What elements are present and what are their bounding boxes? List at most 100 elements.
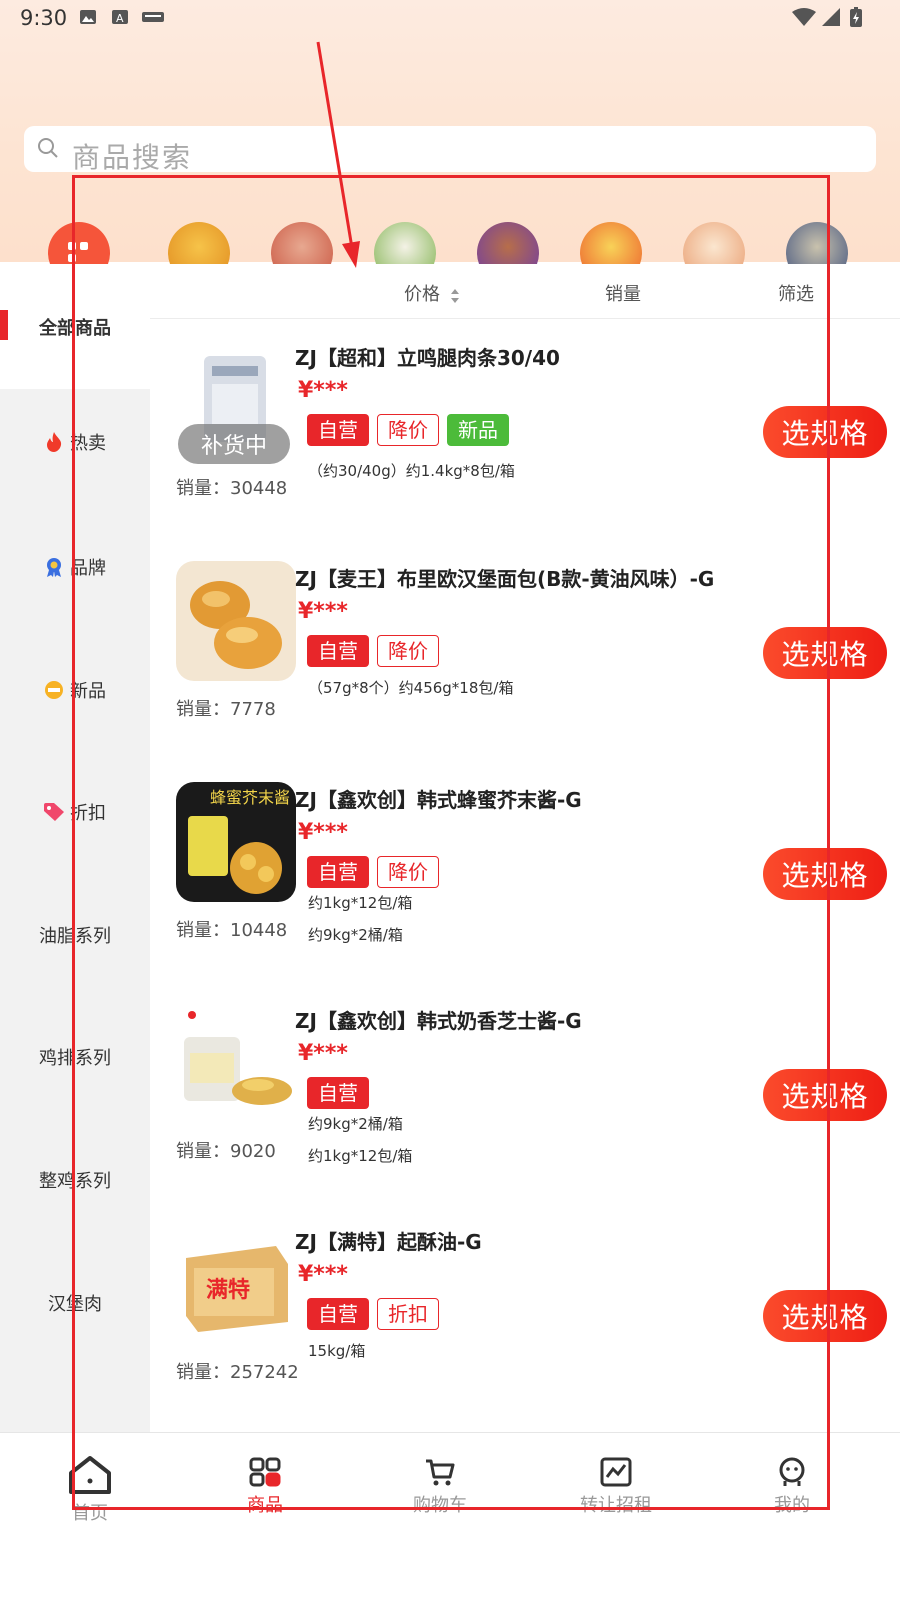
product-name: ZJ【超和】立鸣腿肉条30/40 xyxy=(295,346,560,370)
product-spec: 约9kg*2桶/箱 xyxy=(308,926,403,944)
tag-self-operated: 自营 xyxy=(307,414,369,446)
wifi-icon xyxy=(792,8,816,26)
tag-price-drop: 降价 xyxy=(377,414,439,446)
tag-price-drop: 降价 xyxy=(377,635,439,667)
product-tags: 自营 折扣 xyxy=(307,1298,439,1330)
product-spec: 约1kg*12包/箱 xyxy=(308,894,413,912)
battery-icon xyxy=(850,7,862,27)
select-spec-button[interactable]: 选规格 xyxy=(763,1290,887,1342)
dessert-icon[interactable] xyxy=(683,222,745,264)
sidebar-item-label: 新品 xyxy=(70,680,106,702)
select-spec-button[interactable]: 选规格 xyxy=(763,848,887,900)
sidebar-item-new[interactable]: 新品 xyxy=(0,627,150,752)
salad-icon[interactable] xyxy=(271,222,333,264)
bottom-tab-bar: 首页 商品 购物车 转让招租 我的 xyxy=(0,1432,900,1600)
select-spec-button[interactable]: 选规格 xyxy=(763,627,887,679)
product-spec: （57g*8个）约456g*18包/箱 xyxy=(308,679,514,697)
lunchbox-icon[interactable] xyxy=(786,222,848,264)
restock-badge: 补货中 xyxy=(178,424,290,464)
sidebar-item-label: 整鸡系列 xyxy=(39,1170,111,1192)
product-image xyxy=(176,561,296,681)
category-sidebar: 全部商品 热卖 品牌 新品 折扣 油脂系列 鸡排系列 整鸡系列 汉堡肉 xyxy=(0,264,150,1432)
product-card[interactable]: 满特 ZJ【满特】起酥油-G ¥*** 自营 折扣 15kg/箱 销量：2572… xyxy=(150,1204,900,1425)
product-image: 满特 xyxy=(176,1224,296,1344)
sidebar-item-brand[interactable]: 品牌 xyxy=(0,504,150,629)
sidebar-item-burger-patty[interactable]: 汉堡肉 xyxy=(0,1240,150,1365)
tag-self-operated: 自营 xyxy=(307,635,369,667)
product-image-label: 满特 xyxy=(206,1278,251,1303)
product-tags: 自营 降价 xyxy=(307,856,439,888)
home-icon xyxy=(69,1456,111,1494)
sort-bar: 价格 销量 筛选 xyxy=(150,264,900,319)
select-spec-button[interactable]: 选规格 xyxy=(763,1069,887,1121)
tab-cart[interactable]: 购物车 xyxy=(380,1457,500,1547)
product-sales: 销量：9020 xyxy=(176,1141,276,1162)
tab-label: 转让招租 xyxy=(580,1495,652,1516)
sidebar-item-discount[interactable]: 折扣 xyxy=(0,749,150,874)
cart-icon xyxy=(426,1459,455,1486)
sidebar-item-chicken-cutlet[interactable]: 鸡排系列 xyxy=(0,994,150,1119)
product-image-label: 蜂蜜芥末酱 xyxy=(210,788,291,807)
tab-label: 首页 xyxy=(72,1503,108,1524)
product-name: ZJ【麦王】布里欧汉堡面包(B款-黄油风味）-G xyxy=(295,567,715,591)
tab-mine[interactable]: 我的 xyxy=(732,1457,852,1547)
tag-icon xyxy=(44,802,64,822)
product-sales: 销量：7778 xyxy=(176,699,276,720)
svg-text:A: A xyxy=(116,12,124,24)
product-name: ZJ【满特】起酥油-G xyxy=(295,1230,482,1254)
product-card[interactable]: ZJ【麦王】布里欧汉堡面包(B款-黄油风味）-G ¥*** 自营 降价 （57g… xyxy=(150,541,900,762)
sidebar-item-oil[interactable]: 油脂系列 xyxy=(0,872,150,997)
product-name: ZJ【鑫欢创】韩式奶香芝士酱-G xyxy=(295,1009,582,1033)
tab-products[interactable]: 商品 xyxy=(205,1457,325,1547)
chart-icon xyxy=(600,1457,632,1487)
burger-icon[interactable] xyxy=(168,222,230,264)
tab-label: 商品 xyxy=(247,1495,283,1516)
sidebar-item-label: 汉堡肉 xyxy=(48,1293,102,1315)
rice-icon[interactable] xyxy=(374,222,436,264)
sort-sales[interactable]: 销量 xyxy=(605,280,641,306)
product-spec: 15kg/箱 xyxy=(308,1342,366,1360)
tag-self-operated: 自营 xyxy=(307,1298,369,1330)
search-input[interactable]: 商品搜索 xyxy=(24,126,876,172)
select-spec-button[interactable]: 选规格 xyxy=(763,406,887,458)
sort-arrows-icon xyxy=(450,289,459,303)
product-image: 蜂蜜芥末酱 xyxy=(176,782,296,902)
tab-transfer-rent[interactable]: 转让招租 xyxy=(556,1457,676,1547)
product-spec: （约30/40g）约1.4kg*8包/箱 xyxy=(308,462,515,480)
sidebar-item-label: 热卖 xyxy=(70,432,106,454)
sidebar-item-all[interactable]: 全部商品 xyxy=(0,264,150,389)
search-icon xyxy=(38,138,58,158)
skewer-icon[interactable] xyxy=(477,222,539,264)
product-name: ZJ【鑫欢创】韩式蜂蜜芥末酱-G xyxy=(295,788,582,812)
product-card[interactable]: 蜂蜜芥末酱 ZJ【鑫欢创】韩式蜂蜜芥末酱-G ¥*** 自营 降价 约1kg*1… xyxy=(150,762,900,983)
sidebar-item-whole-chicken[interactable]: 整鸡系列 xyxy=(0,1117,150,1242)
filter-button[interactable]: 筛选 xyxy=(778,280,814,306)
search-placeholder: 商品搜索 xyxy=(72,141,193,172)
signal-icon xyxy=(822,8,840,26)
sidebar-item-label: 全部商品 xyxy=(39,317,111,339)
tab-label: 购物车 xyxy=(413,1495,467,1516)
fries-icon[interactable] xyxy=(580,222,642,264)
product-spec: 约9kg*2桶/箱 xyxy=(308,1115,403,1133)
product-price: ¥*** xyxy=(298,378,348,403)
product-price: ¥*** xyxy=(298,1041,348,1066)
sort-price[interactable]: 价格 xyxy=(404,280,459,306)
product-card[interactable]: 补货中 ZJ【超和】立鸣腿肉条30/40 ¥*** 自营 降价 新品 （约30/… xyxy=(150,320,900,541)
product-price: ¥*** xyxy=(298,820,348,845)
tab-home[interactable]: 首页 xyxy=(30,1455,150,1545)
tag-self-operated: 自营 xyxy=(307,1077,369,1109)
product-spec: 约1kg*12包/箱 xyxy=(308,1147,413,1165)
product-card[interactable]: ZJ【鑫欢创】韩式奶香芝士酱-G ¥*** 自营 约9kg*2桶/箱 约1kg*… xyxy=(150,983,900,1204)
sidebar-item-label: 折扣 xyxy=(70,802,106,824)
product-tags: 自营 xyxy=(307,1077,369,1109)
medal-icon xyxy=(44,557,64,577)
tab-label: 我的 xyxy=(774,1495,810,1516)
product-sales: 销量：257242 xyxy=(176,1362,299,1383)
image-notification-icon xyxy=(80,10,96,24)
sidebar-item-hot[interactable]: 热卖 xyxy=(0,379,150,504)
sidebar-item-label: 油脂系列 xyxy=(39,925,111,947)
apps-icon[interactable] xyxy=(48,222,110,264)
product-tags: 自营 降价 xyxy=(307,635,439,667)
sort-price-label: 价格 xyxy=(404,284,440,305)
sidebar-item-label: 鸡排系列 xyxy=(39,1047,111,1069)
